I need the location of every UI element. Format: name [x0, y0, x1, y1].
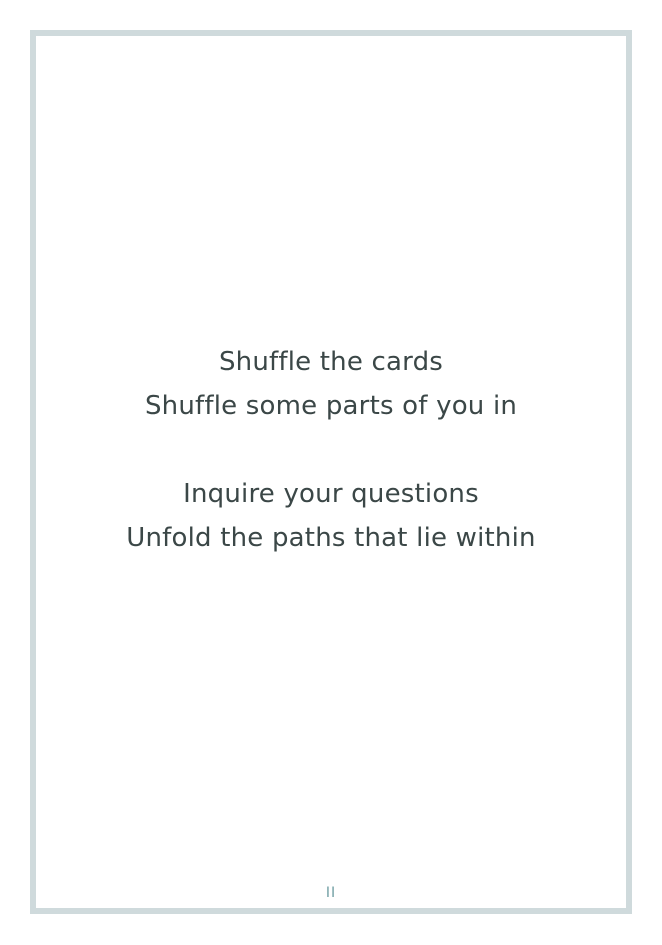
poem: Shuffle the cards Shuffle some parts of …	[0, 340, 662, 560]
poem-line-4: Unfold the paths that lie within	[126, 523, 536, 553]
poem-line-2: Shuffle some parts of you in	[144, 391, 518, 421]
page: Shuffle the cards Shuffle some parts of …	[0, 0, 662, 945]
page-number: II	[325, 885, 337, 901]
stanza-gap	[0, 428, 662, 472]
poem-line-3: Inquire your questions	[183, 479, 479, 509]
poem-line-1: Shuffle the cards	[218, 347, 444, 377]
